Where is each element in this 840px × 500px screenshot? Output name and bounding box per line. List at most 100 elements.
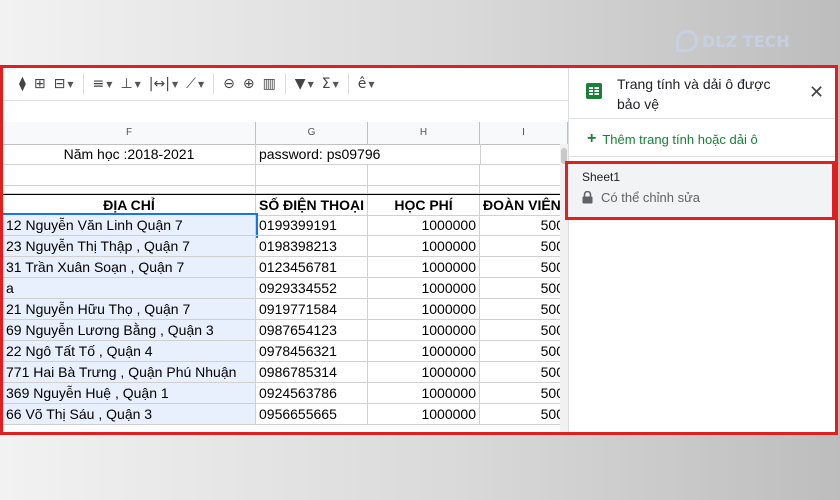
cell-address[interactable]: a: [3, 278, 256, 299]
dropdown-caret-icon: ▼: [368, 79, 375, 89]
cell-address[interactable]: 66 Võ Thị Sáu , Quận 3: [3, 404, 256, 425]
header-row: ĐỊA CHỈ SỐ ĐIỆN THOẠI HỌC PHÍ ĐOÀN VIÊN: [3, 194, 568, 216]
cell-fee[interactable]: 1000000: [368, 383, 480, 404]
cell-union[interactable]: 500: [480, 341, 568, 362]
header-address[interactable]: ĐỊA CHỈ: [3, 195, 256, 216]
cell-empty[interactable]: [480, 186, 568, 194]
insert-comment-button[interactable]: ⊕: [239, 72, 259, 96]
cell-phone[interactable]: 0199399191: [256, 215, 368, 236]
functions-button[interactable]: Σ ▼: [318, 72, 343, 96]
cell-address[interactable]: 771 Hai Bà Trưng , Quận Phú Nhuận: [3, 362, 256, 383]
cell-union[interactable]: 500: [480, 383, 568, 404]
cell-union[interactable]: 500: [480, 320, 568, 341]
cell-address[interactable]: 21 Nguyễn Hữu Thọ , Quận 7: [3, 299, 256, 320]
column-header-i[interactable]: I: [480, 122, 568, 144]
cell-fee[interactable]: 1000000: [368, 257, 480, 278]
cell-phone[interactable]: 0929334552: [256, 278, 368, 299]
cell-phone[interactable]: 0986785314: [256, 362, 368, 383]
protected-sheet-item[interactable]: Sheet1 Có thể chỉnh sửa: [565, 161, 835, 220]
formula-bar[interactable]: [3, 100, 568, 124]
cell-fee[interactable]: 1000000: [368, 341, 480, 362]
cell-empty[interactable]: [3, 165, 256, 186]
cell-phone[interactable]: 0919771584: [256, 299, 368, 320]
insert-chart-icon: ▥: [262, 76, 276, 92]
cell-phone[interactable]: 0956655665: [256, 404, 368, 425]
cell-empty[interactable]: [368, 165, 480, 186]
cell-fee[interactable]: 1000000: [368, 362, 480, 383]
column-header-h[interactable]: H: [368, 122, 480, 144]
link-icon: ⊖: [223, 76, 235, 92]
cell-address[interactable]: 22 Ngô Tất Tố , Quận 4: [3, 341, 256, 362]
toolbar-separator: [82, 74, 84, 94]
toolbar-separator: [213, 74, 215, 94]
cell-address[interactable]: 23 Nguyễn Thị Thập , Quận 7: [3, 236, 256, 257]
borders-button[interactable]: ⊞: [30, 72, 50, 96]
cell-fee[interactable]: 1000000: [368, 215, 480, 236]
cell-password[interactable]: password: ps09796: [256, 144, 480, 165]
cell-phone[interactable]: 0978456321: [256, 341, 368, 362]
cell-phone[interactable]: 0987654123: [256, 320, 368, 341]
cell-address[interactable]: 31 Trần Xuân Soạn , Quận 7: [3, 257, 256, 278]
table-row: [3, 165, 568, 186]
logo-mark-icon: [676, 30, 698, 52]
cell-union[interactable]: 500: [480, 278, 568, 299]
panel-title: Trang tính và dải ô được bảo vệ: [617, 76, 771, 112]
insert-chart-button[interactable]: ▥: [259, 72, 280, 96]
table-row-spacer: [3, 186, 568, 194]
cell-union[interactable]: 500: [480, 215, 568, 236]
dropdown-caret-icon: ▼: [307, 79, 314, 89]
cell-fee[interactable]: 1000000: [368, 320, 480, 341]
cell-empty[interactable]: [480, 144, 568, 165]
text-rotate-button[interactable]: ⟋ ▼: [182, 72, 208, 96]
cell-fee[interactable]: 1000000: [368, 236, 480, 257]
close-icon[interactable]: ✕: [809, 82, 824, 103]
table-row: 369 Nguyễn Huệ , Quận 1 0924563786 1000000…: [3, 383, 568, 404]
cell-union[interactable]: 500: [480, 257, 568, 278]
header-union[interactable]: ĐOÀN VIÊN: [480, 195, 568, 216]
toolbar: ⧫ ⊞ ⊟ ▼ ≡ ▼ ⊥ ▼ |↔| ▼ ⟋ ▼ ⊖ ⊕ ▥ ▼ ▼ Σ ▼ ê ▼: [3, 68, 568, 100]
column-header-f[interactable]: F: [3, 122, 256, 144]
protected-ranges-panel: Trang tính và dải ô được bảo vệ ✕ + Thêm…: [565, 68, 835, 432]
cell-phone[interactable]: 0123456781: [256, 257, 368, 278]
merge-cells-button[interactable]: ⊟ ▼: [50, 72, 78, 96]
table-row: 12 Nguyễn Văn Linh Quận 7 0199399191 10000…: [3, 213, 568, 238]
divider: [569, 118, 835, 119]
paint-bucket-button[interactable]: ⧫: [15, 72, 30, 96]
vertical-align-button[interactable]: ⊥ ▼: [116, 72, 144, 96]
sheets-icon: [586, 83, 602, 99]
table-row: 66 Võ Thị Sáu , Quận 3 0956655665 1000000 5…: [3, 404, 568, 425]
cell-address[interactable]: 12 Nguyễn Văn Linh Quận 7: [3, 213, 258, 238]
cell-fee[interactable]: 1000000: [368, 404, 480, 425]
cell-empty[interactable]: [368, 186, 480, 194]
align-left-button[interactable]: ≡ ▼: [89, 72, 117, 96]
cell-school-year[interactable]: Năm học :2018-2021: [3, 144, 256, 165]
lock-icon: [582, 191, 593, 204]
cell-union[interactable]: 500: [480, 236, 568, 257]
cell-fee[interactable]: 1000000: [368, 299, 480, 320]
cell-address[interactable]: 369 Nguyễn Huệ , Quận 1: [3, 383, 256, 404]
cell-empty[interactable]: [480, 165, 568, 186]
cell-fee[interactable]: 1000000: [368, 278, 480, 299]
cell-phone[interactable]: 0198398213: [256, 236, 368, 257]
filter-button[interactable]: ▼ ▼: [291, 72, 318, 96]
add-range-button[interactable]: + Thêm trang tính hoặc dải ô: [587, 130, 758, 148]
cell-empty[interactable]: [256, 186, 368, 194]
column-header-g[interactable]: G: [256, 122, 368, 144]
table-row: a 0929334552 1000000 500: [3, 278, 568, 299]
text-wrap-button[interactable]: |↔| ▼: [145, 72, 182, 96]
cell-address[interactable]: 69 Nguyễn Lương Bằng , Quận 3: [3, 320, 256, 341]
cell-empty[interactable]: [256, 165, 368, 186]
panel-header: Trang tính và dải ô được bảo vệ ✕: [569, 68, 835, 118]
header-phone[interactable]: SỐ ĐIỆN THOẠI: [256, 195, 368, 216]
cell-empty[interactable]: [3, 186, 256, 194]
cell-union[interactable]: 500: [480, 362, 568, 383]
text-rotate-icon: ⟋: [186, 76, 196, 92]
link-button[interactable]: ⊖: [219, 72, 239, 96]
cell-union[interactable]: 500: [480, 404, 568, 425]
table-row: 31 Trần Xuân Soạn , Quận 7 0123456781 1000…: [3, 257, 568, 278]
dropdown-caret-icon: ▼: [332, 79, 339, 89]
cell-phone[interactable]: 0924563786: [256, 383, 368, 404]
cell-union[interactable]: 500: [480, 299, 568, 320]
input-tools-button[interactable]: ê ▼: [354, 72, 379, 96]
header-fee[interactable]: HỌC PHÍ: [368, 195, 480, 216]
